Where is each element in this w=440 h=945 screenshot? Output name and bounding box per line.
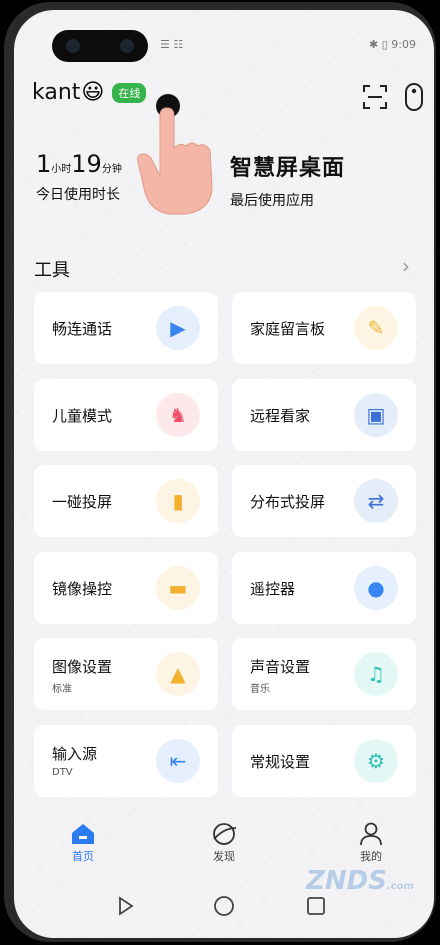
tab-discover-label: 发现 bbox=[213, 850, 235, 863]
distributed-cast-icon: ⇄ bbox=[354, 479, 398, 523]
usage-caption: 今日使用时长 bbox=[36, 187, 120, 203]
status-bar-left: ☰ ☷ bbox=[160, 38, 184, 51]
tool-card[interactable]: 镜像操控 ▬ bbox=[34, 551, 218, 624]
username: kant bbox=[32, 80, 81, 105]
tool-card[interactable]: 分布式投屏 ⇄ bbox=[232, 465, 416, 537]
remote-camera-icon: ▣ bbox=[354, 392, 398, 437]
tool-card[interactable]: 输入源 DTV ⇤ bbox=[34, 724, 218, 797]
input-source-icon: ⇤ bbox=[156, 738, 200, 783]
general-settings-icon: ⚙ bbox=[354, 738, 398, 783]
tab-me-label: 我的 bbox=[360, 850, 382, 863]
status-bar-right: ✱ ▯ 9:09 bbox=[369, 38, 416, 51]
tool-card[interactable]: 儿童模式 ♞ bbox=[34, 378, 218, 451]
tool-card[interactable]: 远程看家 ▣ bbox=[232, 378, 416, 451]
tool-card[interactable]: 一碰投屏 ▮ bbox=[34, 465, 218, 537]
tool-card-label: 家庭留言板 bbox=[250, 320, 326, 338]
video-call-icon: ▶ bbox=[156, 306, 200, 350]
home-nav-icon[interactable] bbox=[214, 896, 234, 916]
tab-me[interactable]: 我的 bbox=[336, 822, 406, 864]
home-icon bbox=[72, 824, 94, 844]
back-icon[interactable] bbox=[119, 896, 134, 916]
user-header[interactable]: kant 😃 在线 bbox=[32, 80, 147, 105]
tap-gesture-hand-icon bbox=[137, 94, 213, 215]
tool-card-label: 远程看家 bbox=[250, 406, 311, 425]
tool-card[interactable]: 声音设置音乐 ♫ bbox=[232, 638, 416, 710]
tool-card-label: 分布式投屏 bbox=[250, 493, 326, 511]
usage-hours-unit: 小时 bbox=[51, 164, 72, 175]
tools-heading: 工具 bbox=[34, 260, 70, 281]
nfc-cast-icon: ▮ bbox=[156, 479, 200, 523]
tool-card-sublabel: 标准 bbox=[52, 684, 72, 695]
tool-card-label: 畅连通话 bbox=[52, 320, 113, 338]
tool-card[interactable]: 图像设置标准 ▲ bbox=[34, 638, 218, 710]
tab-home[interactable]: 首页 bbox=[48, 822, 118, 864]
rocking-horse-icon: ♞ bbox=[156, 392, 200, 437]
tool-card-label: 儿童模式 bbox=[52, 406, 113, 425]
system-nav-bar bbox=[119, 896, 325, 916]
tool-card[interactable]: 家庭留言板 ✎ bbox=[232, 292, 416, 364]
mirror-control-icon: ▬ bbox=[156, 565, 200, 610]
app-screen: ☰ ☷ ✱ ▯ 9:09 kant 😃 在线 ▾ 1小时19分钟 今日使用时长 … bbox=[14, 10, 434, 938]
chevron-right-icon[interactable]: › bbox=[402, 254, 410, 278]
tool-card-sublabel: 音乐 bbox=[250, 684, 270, 695]
phone-frame: ☰ ☷ ✱ ▯ 9:09 kant 😃 在线 ▾ 1小时19分钟 今日使用时长 … bbox=[4, 2, 436, 942]
discover-icon bbox=[213, 823, 237, 845]
scan-icon[interactable] bbox=[362, 84, 388, 110]
avatar-emoji: 😃 bbox=[81, 80, 105, 105]
tool-card[interactable]: 常规设置 ⚙ bbox=[232, 724, 416, 797]
remote-control-card-icon: ● bbox=[354, 565, 398, 610]
camera-cutout bbox=[52, 30, 148, 62]
usage-stat: 1小时19分钟 今日使用时长 bbox=[36, 150, 122, 204]
tool-card-label: 常规设置 bbox=[250, 752, 311, 771]
tool-card[interactable]: 畅连通话 ▶ bbox=[34, 292, 218, 364]
image-settings-icon: ▲ bbox=[156, 652, 200, 696]
tool-card-sublabel: DTV bbox=[52, 766, 73, 778]
user-icon bbox=[360, 822, 382, 846]
remote-control-icon[interactable] bbox=[404, 82, 424, 112]
usage-minutes-unit: 分钟 bbox=[101, 164, 122, 175]
tool-card-label: 输入源 bbox=[52, 744, 98, 763]
recent-app-title: 智慧屏桌面 bbox=[230, 156, 346, 181]
tool-card-label: 一碰投屏 bbox=[52, 493, 113, 511]
tab-discover[interactable]: 发现 bbox=[189, 822, 259, 864]
tool-card-label: 声音设置 bbox=[250, 658, 311, 676]
tab-home-label: 首页 bbox=[72, 850, 94, 863]
message-board-icon: ✎ bbox=[354, 306, 398, 350]
tool-card-label: 遥控器 bbox=[250, 579, 296, 598]
tool-card-label: 图像设置 bbox=[52, 658, 113, 676]
tool-card[interactable]: 遥控器 ● bbox=[232, 551, 416, 624]
sound-settings-icon: ♫ bbox=[354, 652, 398, 696]
recents-icon[interactable] bbox=[307, 897, 325, 915]
tool-card-label: 镜像操控 bbox=[52, 579, 113, 598]
recent-app-caption: 最后使用应用 bbox=[230, 193, 314, 209]
recent-app[interactable]: 智慧屏桌面 最后使用应用 bbox=[230, 150, 345, 210]
usage-hours: 1 bbox=[36, 150, 52, 178]
usage-minutes: 19 bbox=[71, 150, 102, 178]
